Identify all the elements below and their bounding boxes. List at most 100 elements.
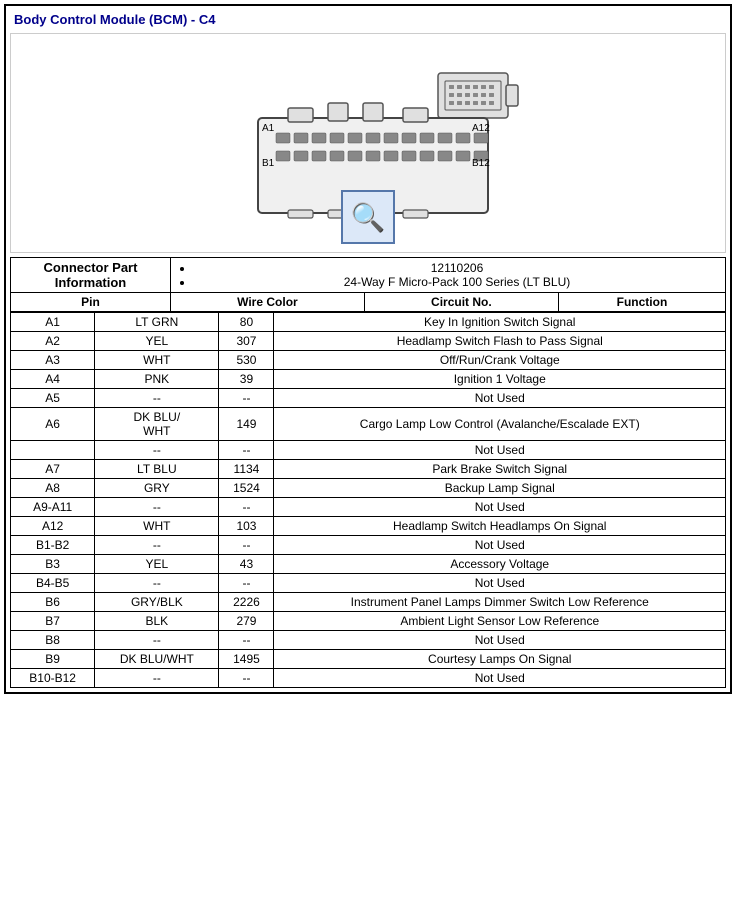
wire-color-cell: -- [95, 669, 219, 688]
function-cell: Park Brake Switch Signal [274, 460, 726, 479]
circuit-cell: 39 [219, 370, 274, 389]
pin-cell: A12 [11, 517, 95, 536]
table-row: B9DK BLU/WHT1495Courtesy Lamps On Signal [11, 650, 726, 669]
function-cell: Headlamp Switch Headlamps On Signal [274, 517, 726, 536]
connector-detail-2: 24-Way F Micro-Pack 100 Series (LT BLU) [194, 275, 720, 289]
wire-color-cell: LT BLU [95, 460, 219, 479]
wire-color-cell: BLK [95, 612, 219, 631]
function-cell: Off/Run/Crank Voltage [274, 351, 726, 370]
function-cell: Not Used [274, 441, 726, 460]
wire-color-cell: DK BLU/ WHT [95, 408, 219, 441]
table-row: A3WHT530Off/Run/Crank Voltage [11, 351, 726, 370]
wire-color-cell: -- [95, 631, 219, 650]
circuit-cell: 103 [219, 517, 274, 536]
table-row: ----Not Used [11, 441, 726, 460]
data-rows-table: A1LT GRN80Key In Ignition Switch SignalA… [10, 312, 726, 688]
table-row: B8----Not Used [11, 631, 726, 650]
wire-color-cell: WHT [95, 351, 219, 370]
wire-color-cell: PNK [95, 370, 219, 389]
pin-cell: A2 [11, 332, 95, 351]
circuit-cell: -- [219, 631, 274, 650]
function-cell: Not Used [274, 389, 726, 408]
connector-table: Connector Part Information 12110206 24-W… [10, 257, 726, 312]
table-row: A2YEL307Headlamp Switch Flash to Pass Si… [11, 332, 726, 351]
circuit-cell: -- [219, 536, 274, 555]
wire-color-cell: YEL [95, 332, 219, 351]
circuit-cell: -- [219, 669, 274, 688]
pin-cell: A8 [11, 479, 95, 498]
circuit-cell: -- [219, 498, 274, 517]
function-cell: Not Used [274, 669, 726, 688]
circuit-cell: 1134 [219, 460, 274, 479]
pin-cell: A5 [11, 389, 95, 408]
circuit-cell: 149 [219, 408, 274, 441]
page-container: Body Control Module (BCM) - C4 [4, 4, 732, 694]
wire-color-cell: -- [95, 389, 219, 408]
table-row: A12WHT103Headlamp Switch Headlamps On Si… [11, 517, 726, 536]
wire-color-cell: -- [95, 574, 219, 593]
table-row: A1LT GRN80Key In Ignition Switch Signal [11, 313, 726, 332]
pin-cell: B6 [11, 593, 95, 612]
col-header-pin: Pin [11, 293, 171, 312]
wire-color-cell: -- [95, 441, 219, 460]
diagram-area: A1 A12 B1 B12 🔍 [10, 33, 726, 253]
pin-cell: A3 [11, 351, 95, 370]
circuit-cell: 279 [219, 612, 274, 631]
pin-cell: A6 [11, 408, 95, 441]
circuit-cell: -- [219, 574, 274, 593]
svg-text:B1: B1 [262, 158, 275, 169]
connector-info-label: Connector Part Information [11, 258, 171, 293]
circuit-cell: -- [219, 441, 274, 460]
table-row: B3YEL43Accessory Voltage [11, 555, 726, 574]
table-row: A6DK BLU/ WHT149Cargo Lamp Low Control (… [11, 408, 726, 441]
table-row: B10-B12----Not Used [11, 669, 726, 688]
svg-text:A12: A12 [472, 123, 490, 134]
col-header-wire-color: Wire Color [171, 293, 365, 312]
function-cell: Key In Ignition Switch Signal [274, 313, 726, 332]
connector-details-cell: 12110206 24-Way F Micro-Pack 100 Series … [171, 258, 726, 293]
pin-cell: A1 [11, 313, 95, 332]
pin-cell: B8 [11, 631, 95, 650]
col-header-circuit: Circuit No. [364, 293, 558, 312]
wire-color-cell: DK BLU/WHT [95, 650, 219, 669]
table-row: B6GRY/BLK2226Instrument Panel Lamps Dimm… [11, 593, 726, 612]
table-row: B4-B5----Not Used [11, 574, 726, 593]
function-cell: Backup Lamp Signal [274, 479, 726, 498]
circuit-cell: 43 [219, 555, 274, 574]
circuit-cell: 1524 [219, 479, 274, 498]
table-header-row: Pin Wire Color Circuit No. Function [11, 293, 726, 312]
table-row: B7BLK279Ambient Light Sensor Low Referen… [11, 612, 726, 631]
table-row: A4PNK39Ignition 1 Voltage [11, 370, 726, 389]
pin-cell: B1-B2 [11, 536, 95, 555]
function-cell: Not Used [274, 631, 726, 650]
wire-color-cell: WHT [95, 517, 219, 536]
pin-cell: B10-B12 [11, 669, 95, 688]
table-row: B1-B2----Not Used [11, 536, 726, 555]
function-cell: Accessory Voltage [274, 555, 726, 574]
function-cell: Not Used [274, 536, 726, 555]
circuit-cell: 2226 [219, 593, 274, 612]
function-cell: Cargo Lamp Low Control (Avalanche/Escala… [274, 408, 726, 441]
table-row: A5----Not Used [11, 389, 726, 408]
pin-cell: B4-B5 [11, 574, 95, 593]
wire-color-cell: YEL [95, 555, 219, 574]
function-cell: Courtesy Lamps On Signal [274, 650, 726, 669]
pin-cell: A4 [11, 370, 95, 389]
circuit-cell: 80 [219, 313, 274, 332]
pin-cell: B7 [11, 612, 95, 631]
pin-cell [11, 441, 95, 460]
table-row: A8GRY1524Backup Lamp Signal [11, 479, 726, 498]
function-cell: Not Used [274, 498, 726, 517]
circuit-cell: 307 [219, 332, 274, 351]
magnify-icon: 🔍 [341, 190, 395, 244]
svg-text:A1: A1 [262, 123, 275, 134]
wire-color-cell: -- [95, 498, 219, 517]
col-header-function: Function [558, 293, 725, 312]
page-title: Body Control Module (BCM) - C4 [10, 10, 726, 29]
connector-detail-1: 12110206 [194, 261, 720, 275]
wire-color-cell: LT GRN [95, 313, 219, 332]
wire-color-cell: GRY [95, 479, 219, 498]
wire-color-cell: -- [95, 536, 219, 555]
circuit-cell: 530 [219, 351, 274, 370]
connector-info-row: Connector Part Information 12110206 24-W… [11, 258, 726, 293]
